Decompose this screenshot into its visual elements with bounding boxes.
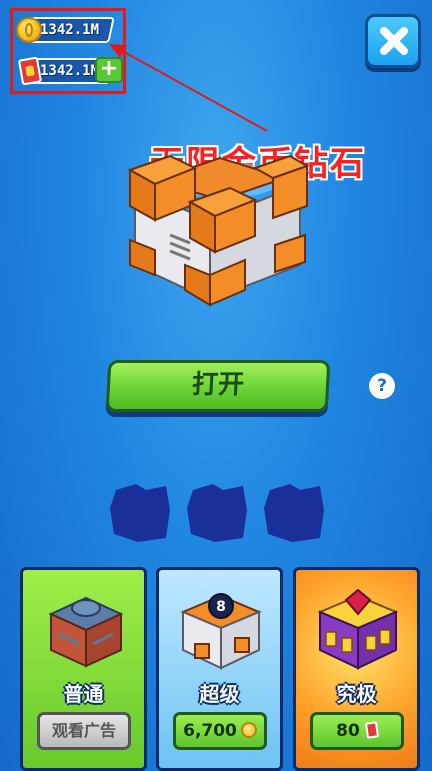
ultimate-chest-title: 究极 bbox=[336, 682, 377, 706]
red-card-icon bbox=[364, 721, 379, 739]
close-icon bbox=[380, 27, 408, 55]
normal-chest-title: 普通 bbox=[63, 682, 104, 706]
buy-ultimate-chest-button[interactable]: 80 bbox=[310, 712, 404, 750]
help-icon[interactable]: ? bbox=[369, 373, 395, 399]
normal-chest-image bbox=[48, 596, 124, 668]
chest-slot-3 bbox=[264, 484, 324, 542]
buy-super-chest-button[interactable]: 6,700 bbox=[173, 712, 267, 750]
watch-ad-button[interactable]: 观看广告 bbox=[37, 712, 131, 750]
ultimate-chest-price: 80 bbox=[336, 721, 360, 741]
chest-slot-1 bbox=[110, 484, 170, 542]
gold-coin-icon bbox=[240, 722, 257, 738]
chest-slot-2 bbox=[187, 484, 247, 542]
super-chest-image bbox=[127, 154, 310, 307]
super-chest-card[interactable]: 8 超级 6,700 bbox=[156, 567, 283, 771]
super-chest-title: 超级 bbox=[199, 682, 240, 706]
annotation-arrow-icon bbox=[109, 44, 268, 132]
svg-text:8: 8 bbox=[216, 599, 226, 615]
super-chest-price: 6,700 bbox=[183, 721, 237, 741]
close-button[interactable] bbox=[365, 14, 421, 68]
super-chest-small-image: 8 bbox=[180, 593, 262, 670]
ultimate-chest-image bbox=[317, 588, 399, 670]
ultimate-chest-card[interactable]: 究极 80 bbox=[293, 567, 420, 771]
normal-chest-card[interactable]: 普通 观看广告 bbox=[20, 567, 147, 771]
open-chest-button[interactable]: 打开 bbox=[105, 360, 331, 412]
